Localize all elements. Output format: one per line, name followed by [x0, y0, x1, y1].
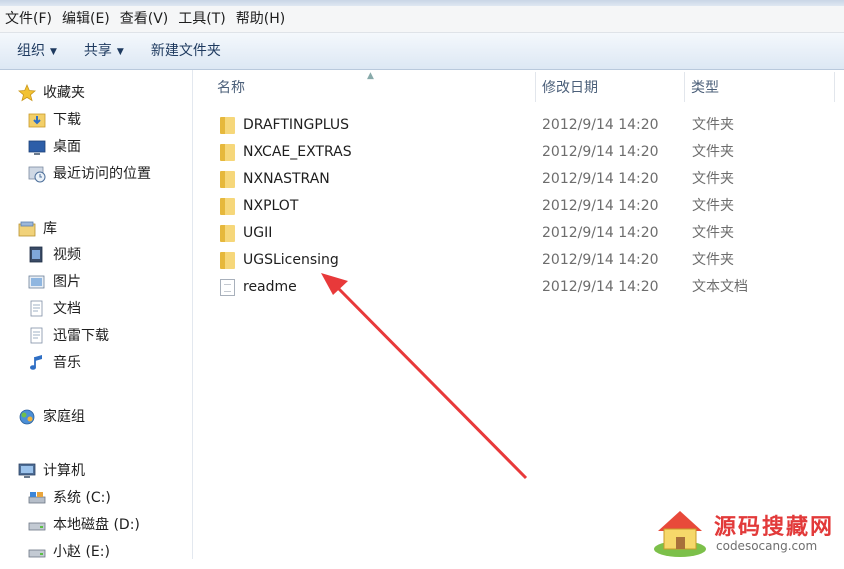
file-type: 文件夹: [692, 144, 734, 160]
folder-icon: [220, 171, 235, 188]
file-date: 2012/9/14 14:20: [542, 225, 659, 241]
file-row[interactable]: UGII 2012/9/14 14:20 文件夹: [193, 220, 844, 247]
folder-icon: [220, 252, 235, 269]
file-type: 文件夹: [692, 171, 734, 187]
file-row[interactable]: readme 2012/9/14 14:20 文本文档: [193, 274, 844, 301]
text-document-icon: [220, 279, 235, 296]
file-name: NXPLOT: [243, 198, 299, 214]
nav-downloads[interactable]: 下载: [28, 108, 81, 132]
dropdown-arrow-icon: ▼: [50, 47, 57, 57]
watermark-title: 源码搜藏网: [714, 515, 835, 540]
file-date: 2012/9/14 14:20: [542, 198, 659, 214]
nav-desktop[interactable]: 桌面: [28, 135, 81, 159]
nav-videos[interactable]: 视频: [28, 243, 81, 267]
star-icon: [18, 83, 36, 102]
menu-view[interactable]: 查看(V): [115, 6, 174, 32]
file-date: 2012/9/14 14:20: [542, 144, 659, 160]
nav-thunder-downloads[interactable]: 迅雷下载: [28, 324, 109, 348]
folder-icon: [220, 144, 235, 161]
file-name: UGII: [243, 225, 273, 241]
folder-icon: [220, 198, 235, 215]
file-date: 2012/9/14 14:20: [542, 117, 659, 133]
file-date: 2012/9/14 14:20: [542, 171, 659, 187]
nav-music[interactable]: 音乐: [28, 351, 81, 375]
column-header: ▲ 名称 修改日期 类型: [193, 70, 844, 103]
file-type: 文件夹: [692, 198, 734, 214]
library-icon: [18, 220, 36, 238]
folder-icon: [220, 225, 235, 242]
file-date: 2012/9/14 14:20: [542, 252, 659, 268]
watermark: 源码搜藏网 codesocang.com: [642, 503, 844, 559]
file-type: 文件夹: [692, 117, 734, 133]
column-name[interactable]: 名称: [193, 70, 534, 103]
homegroup-icon: [18, 408, 36, 426]
dropdown-arrow-icon: ▼: [116, 47, 124, 57]
file-type: 文本文档: [692, 279, 748, 295]
menu-tools[interactable]: 工具(T): [173, 6, 230, 32]
file-type: 文件夹: [692, 225, 734, 241]
nav-libraries[interactable]: 库: [18, 217, 57, 241]
file-name: NXNASTRAN: [243, 171, 330, 187]
file-row[interactable]: NXNASTRAN 2012/9/14 14:20 文件夹: [193, 166, 844, 193]
menu-file[interactable]: 文件(F): [0, 6, 57, 32]
file-list-pane: ▲ 名称 修改日期 类型 DRAFTINGPLUS 2012/9/14 14:2…: [193, 70, 844, 559]
file-row[interactable]: DRAFTINGPLUS 2012/9/14 14:20 文件夹: [193, 112, 844, 139]
new-folder-button[interactable]: 新建文件夹: [134, 33, 231, 69]
computer-icon: [18, 462, 36, 480]
nav-documents[interactable]: 文档: [28, 297, 81, 321]
system-drive-icon: [28, 489, 46, 507]
file-name: readme: [243, 279, 297, 295]
desktop-icon: [28, 138, 46, 156]
file-row[interactable]: UGSLicensing 2012/9/14 14:20 文件夹: [193, 247, 844, 274]
hard-drive-icon: [28, 516, 46, 534]
thunder-download-icon: [28, 327, 46, 345]
share-button[interactable]: 共享 ▼: [67, 33, 134, 69]
nav-computer[interactable]: 计算机: [18, 459, 85, 483]
picture-library-icon: [28, 273, 46, 291]
video-library-icon: [28, 246, 46, 264]
nav-homegroup[interactable]: 家庭组: [18, 405, 85, 429]
hard-drive-icon: [28, 543, 46, 561]
nav-favorites[interactable]: 收藏夹: [18, 81, 85, 105]
document-library-icon: [28, 300, 46, 318]
file-name: DRAFTINGPLUS: [243, 117, 350, 133]
recent-places-icon: [28, 165, 46, 183]
menu-bar: 文件(F) 编辑(E) 查看(V) 工具(T) 帮助(H): [0, 6, 844, 33]
file-row[interactable]: NXCAE_EXTRAS 2012/9/14 14:20 文件夹: [193, 139, 844, 166]
download-folder-icon: [28, 111, 46, 129]
menu-help[interactable]: 帮助(H): [231, 6, 290, 32]
column-date-modified[interactable]: 修改日期: [518, 70, 667, 103]
column-divider[interactable]: [834, 72, 835, 102]
file-date: 2012/9/14 14:20: [542, 279, 659, 295]
navigation-pane: 收藏夹 下载 桌面 最近访问的位置 库 视频 图片 文档 迅雷下载 音乐 家庭组: [0, 70, 193, 560]
file-name: UGSLicensing: [243, 252, 339, 268]
watermark-url: codesocang.com: [716, 539, 818, 553]
command-bar: 组织 ▼ 共享 ▼ 新建文件夹: [0, 33, 844, 70]
nav-recent-places[interactable]: 最近访问的位置: [28, 162, 151, 186]
nav-drive-c[interactable]: 系统 (C:): [28, 486, 111, 510]
folder-icon: [220, 117, 235, 134]
nav-pictures[interactable]: 图片: [28, 270, 81, 294]
file-row[interactable]: NXPLOT 2012/9/14 14:20 文件夹: [193, 193, 844, 220]
menu-edit[interactable]: 编辑(E): [57, 6, 115, 32]
column-type[interactable]: 类型: [667, 70, 816, 103]
file-type: 文件夹: [692, 252, 734, 268]
nav-drive-e[interactable]: 小赵 (E:): [28, 540, 110, 564]
house-logo-icon: [654, 511, 706, 557]
file-name: NXCAE_EXTRAS: [243, 144, 352, 160]
organize-button[interactable]: 组织 ▼: [0, 33, 67, 69]
nav-drive-d[interactable]: 本地磁盘 (D:): [28, 513, 140, 537]
music-note-icon: [28, 354, 46, 372]
